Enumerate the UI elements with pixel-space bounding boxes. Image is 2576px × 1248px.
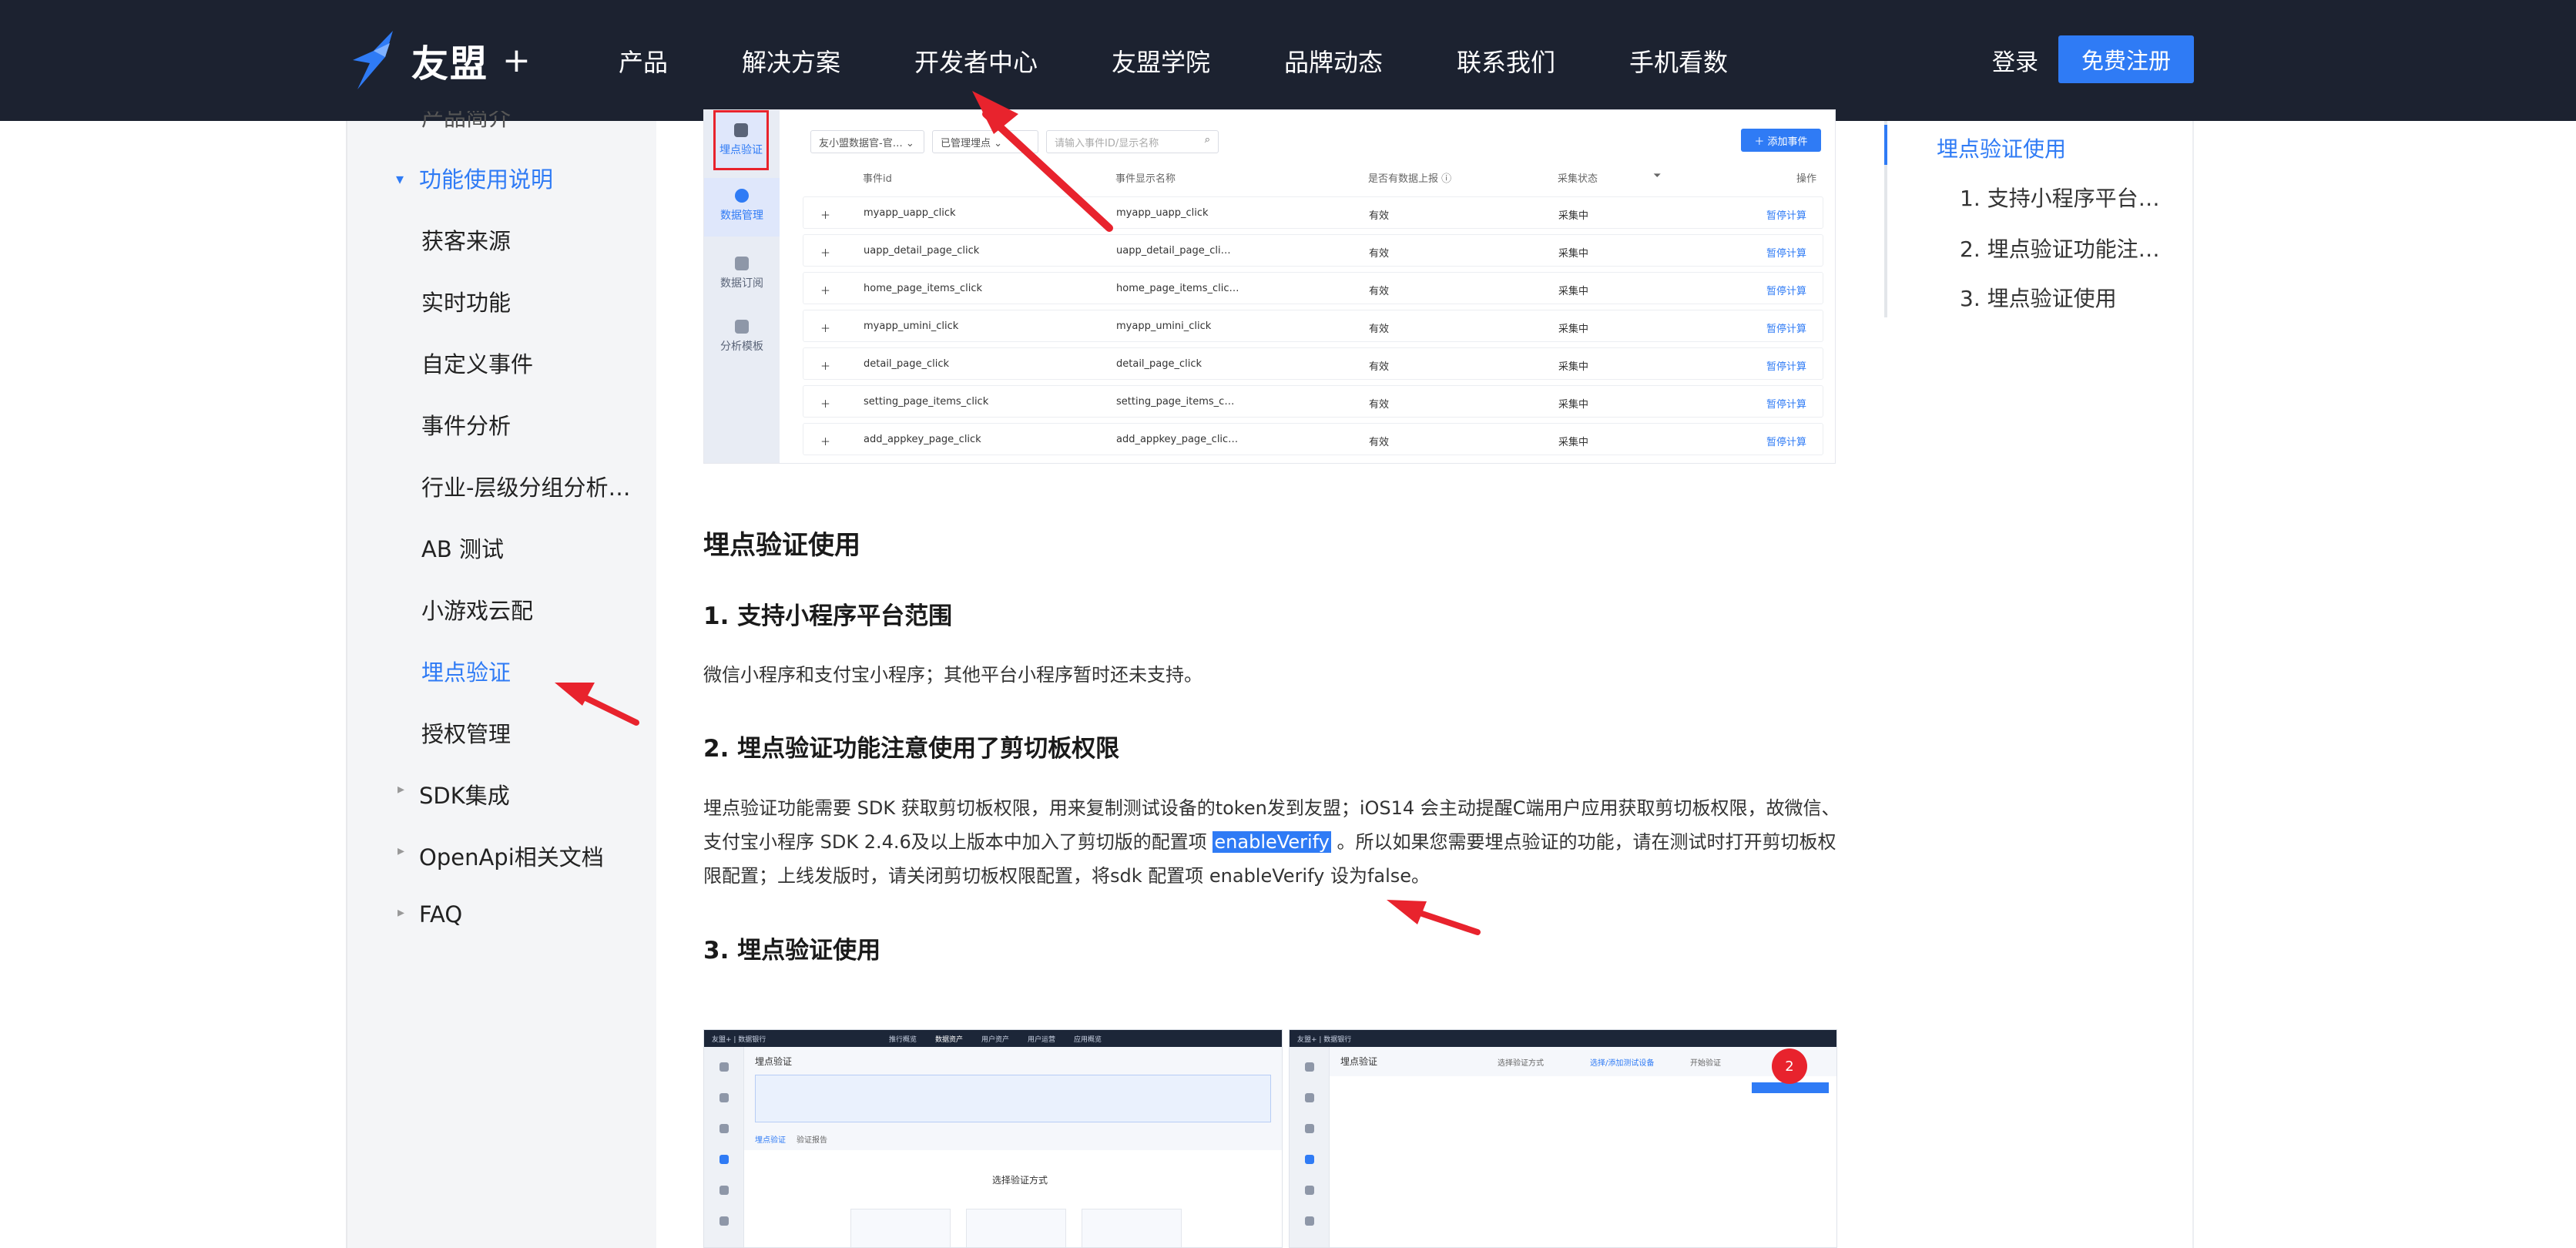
nav-products[interactable]: 产品 bbox=[619, 43, 668, 79]
filter-icon: ⏷ bbox=[1653, 170, 1662, 182]
toc-item-verify-usage[interactable]: 3. 埋点验证使用 bbox=[1960, 282, 2117, 313]
nav-brand-news[interactable]: 品牌动态 bbox=[1284, 43, 1383, 79]
shot-sidebar-item-templates: 分析模板 bbox=[704, 309, 780, 363]
login-link[interactable]: 登录 bbox=[1992, 43, 2038, 77]
shot-table-row: ＋ myapp_uapp_click myapp_uapp_click 有效 采集中 暂停… bbox=[803, 196, 1823, 229]
shield-icon bbox=[734, 123, 748, 137]
sidebar-item-acquisition[interactable]: 获客来源 bbox=[421, 223, 511, 256]
shot-panel-left: 友盟+ | 数据银行 推行概览 数据资产 用户资产 用户运营 应用概览 埋点验证… bbox=[703, 1029, 1283, 1248]
nav-mobile-data[interactable]: 手机看数 bbox=[1629, 43, 1728, 79]
heading-platforms: 1. 支持小程序平台范围 bbox=[703, 602, 953, 630]
nav-academy[interactable]: 友盟学院 bbox=[1112, 43, 1210, 79]
document-icon bbox=[735, 257, 749, 270]
bird-logo-icon bbox=[353, 31, 393, 89]
layers-icon bbox=[735, 320, 749, 334]
paragraph-platforms: 微信小程序和支付宝小程序；其他平台小程序暂时还未支持。 bbox=[703, 664, 1202, 686]
heading-verify-usage: 3. 埋点验证使用 bbox=[703, 937, 881, 965]
shot-table-row: ＋ home_page_items_click home_page_items_cl… bbox=[803, 272, 1823, 304]
caret-right-icon: ▸ bbox=[397, 843, 405, 859]
caret-right-icon: ▸ bbox=[397, 781, 405, 797]
sidebar-category-openapi[interactable]: OpenApi相关文档 bbox=[419, 840, 604, 872]
red-arrow-icon bbox=[1387, 900, 1481, 935]
toc-item-clipboard[interactable]: 2. 埋点验证功能注… bbox=[1960, 233, 2160, 263]
sidebar-item-realtime[interactable]: 实时功能 bbox=[421, 285, 511, 317]
shot-sidebar-item-verify: 埋点验证 bbox=[713, 110, 769, 170]
shot-table-header: 事件id 事件显示名称 是否有数据上报 ⓘ 采集状态 ⏷ 操作 bbox=[863, 170, 1817, 185]
sidebar-category-usage[interactable]: 功能使用说明 bbox=[419, 162, 553, 194]
toc-active-indicator bbox=[1884, 125, 1887, 165]
step-number-badge: 2 bbox=[1772, 1048, 1807, 1084]
sidebar-item-authorization[interactable]: 授权管理 bbox=[421, 716, 511, 749]
heading-clipboard: 2. 埋点验证功能注意使用了剪切板权限 bbox=[703, 735, 1120, 763]
paragraph-clipboard: 埋点验证功能需要 SDK 获取剪切板权限，用来复制测试设备的token发到友盟；… bbox=[703, 797, 1840, 887]
sidebar-item-event-analysis[interactable]: 事件分析 bbox=[421, 408, 511, 441]
logo-text: 友盟 bbox=[411, 42, 489, 86]
caret-down-icon: ▾ bbox=[396, 169, 404, 188]
shot-sidebar-item-data: 数据管理 bbox=[704, 178, 780, 237]
shot-add-event-button: ＋ 添加事件 bbox=[1741, 129, 1821, 152]
shot-table-row: ＋ myapp_umini_click myapp_umini_click 有效 采集中… bbox=[803, 310, 1823, 342]
nav-contact-us[interactable]: 联系我们 bbox=[1457, 43, 1555, 79]
shot-table-row: ＋ uapp_detail_page_click uapp_detail_page_… bbox=[803, 234, 1823, 267]
sidebar-item-tracking-verify[interactable]: 埋点验证 bbox=[421, 655, 511, 687]
shot-table-row: ＋ detail_page_click detail_page_click 有效 采集中… bbox=[803, 347, 1823, 380]
nav-solutions[interactable]: 解决方案 bbox=[742, 43, 840, 79]
shot-filter-app: 友小盟数据官-官… ⌄ bbox=[810, 130, 924, 153]
register-button[interactable]: 免费注册 bbox=[2058, 35, 2194, 83]
sidebar-item-minigame-config[interactable]: 小游戏云配 bbox=[421, 593, 533, 626]
screenshot-verify-flow: 友盟+ | 数据银行 推行概览 数据资产 用户资产 用户运营 应用概览 埋点验证… bbox=[703, 1029, 1837, 1248]
shot-sidebar-item-subscribe: 数据订阅 bbox=[704, 246, 780, 300]
toc-divider bbox=[2192, 121, 2194, 1248]
search-icon: ⌕ bbox=[1204, 134, 1210, 146]
shot-search-box: 请输入事件ID/显示名称 ⌕ bbox=[1046, 130, 1219, 153]
sidebar-category-faq[interactable]: FAQ bbox=[419, 901, 462, 928]
sidebar-category-sdk[interactable]: SDK集成 bbox=[419, 778, 510, 810]
logo-plus: + bbox=[502, 40, 531, 80]
highlighted-text: enableVerify bbox=[1213, 831, 1331, 853]
shot-table-row: ＋ add_appkey_page_click add_appkey_page_cl… bbox=[803, 423, 1823, 455]
section-title: 埋点验证使用 bbox=[703, 530, 860, 561]
sidebar-item-ab-test[interactable]: AB 测试 bbox=[421, 532, 504, 564]
screenshot-event-table: 埋点验证 数据管理 数据订阅 分析模板 友小盟数据官-官… ⌄ 已管理埋点 ⌄ … bbox=[703, 109, 1836, 464]
sidebar-item-industry-grouping[interactable]: 行业-层级分组分析… bbox=[421, 470, 630, 502]
shot-panel-right: 友盟+ | 数据银行 埋点验证 选择验证方式 选择/添加测试设备 开始验证 2 bbox=[1289, 1029, 1837, 1248]
toc-item-platforms[interactable]: 1. 支持小程序平台… bbox=[1960, 182, 2160, 213]
play-icon bbox=[735, 189, 749, 203]
logo[interactable]: 友盟 + bbox=[347, 29, 531, 91]
shot-filter-managed: 已管理埋点 ⌄ bbox=[932, 130, 1038, 153]
shot-table-row: ＋ setting_page_items_click setting_page_it… bbox=[803, 385, 1823, 418]
caret-right-icon: ▸ bbox=[397, 904, 405, 921]
toc-item-usage[interactable]: 埋点验证使用 bbox=[1937, 133, 2066, 163]
sidebar-item-custom-events[interactable]: 自定义事件 bbox=[421, 347, 533, 379]
nav-developer-center[interactable]: 开发者中心 bbox=[914, 43, 1038, 79]
